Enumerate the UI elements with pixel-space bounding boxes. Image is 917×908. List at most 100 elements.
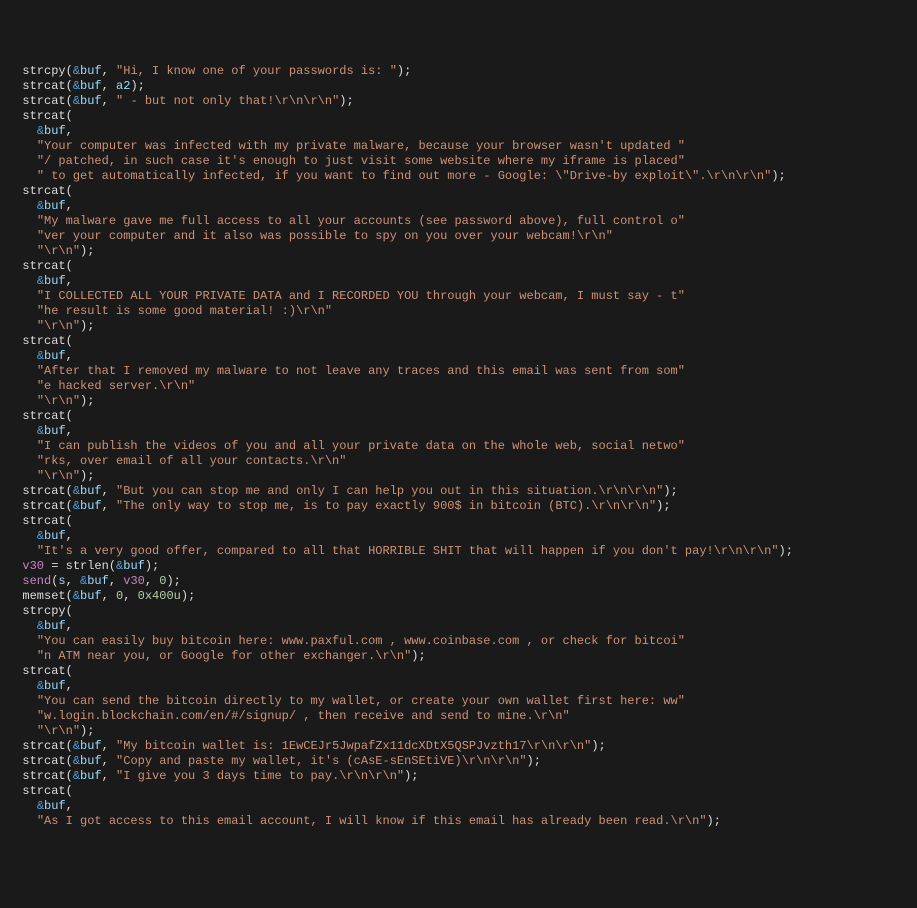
token-str: "The only way to stop me, is to pay exac… [116, 499, 656, 513]
token-str: " to get automatically infected, if you … [37, 169, 772, 183]
token-str: "I give you 3 days time to pay.\r\n\r\n" [116, 769, 404, 783]
token-op: , [102, 484, 116, 498]
code-line: "I can publish the videos of you and all… [8, 439, 909, 454]
token-fn: strcat [22, 184, 65, 198]
token-fn: strcat [22, 334, 65, 348]
token-var: buf [80, 589, 102, 603]
code-line: strcat(&buf, "Copy and paste my wallet, … [8, 754, 909, 769]
token-str: "\r\n" [37, 724, 80, 738]
code-line: "I COLLECTED ALL YOUR PRIVATE DATA and I… [8, 289, 909, 304]
token-fn: strcat [22, 514, 65, 528]
token-op: ( [66, 754, 73, 768]
token-op: ); [663, 484, 677, 498]
token-fn: strcat [22, 784, 65, 798]
token-fn: strcat [22, 94, 65, 108]
token-var: buf [44, 424, 66, 438]
token-str: "e hacked server.\r\n" [37, 379, 195, 393]
code-line: &buf, [8, 799, 909, 814]
token-var: buf [44, 619, 66, 633]
token-op: , [66, 574, 80, 588]
token-amp: & [37, 619, 44, 633]
code-line: strcat( [8, 334, 909, 349]
code-line: &buf, [8, 424, 909, 439]
token-op: ); [591, 739, 605, 753]
token-str: "It's a very good offer, compared to all… [37, 544, 779, 558]
code-line: &buf, [8, 349, 909, 364]
token-str: "My bitcoin wallet is: 1EwCEJr5JwpafZx11… [116, 739, 591, 753]
token-op: , [102, 589, 116, 603]
token-op: , [102, 94, 116, 108]
code-line: "As I got access to this email account, … [8, 814, 909, 829]
code-line: "It's a very good offer, compared to all… [8, 544, 909, 559]
token-op: = [44, 559, 66, 573]
code-line: &buf, [8, 679, 909, 694]
token-op: , [102, 754, 116, 768]
code-line: &buf, [8, 619, 909, 634]
token-str: "As I got access to this email account, … [37, 814, 707, 828]
token-str: "Copy and paste my wallet, it's (cAsE-sE… [116, 754, 526, 768]
token-amp: & [73, 499, 80, 513]
token-op: ( [66, 589, 73, 603]
token-fn: strcpy [22, 64, 65, 78]
token-fn: strcat [22, 259, 65, 273]
token-var: buf [123, 559, 145, 573]
token-var: buf [44, 529, 66, 543]
code-line: "Your computer was infected with my priv… [8, 139, 909, 154]
token-str: "w.login.blockchain.com/en/#/signup/ , t… [37, 709, 570, 723]
code-line: "n ATM near you, or Google for other exc… [8, 649, 909, 664]
code-line: "he result is some good material! :)\r\n… [8, 304, 909, 319]
code-line: "You can send the bitcoin directly to my… [8, 694, 909, 709]
token-op: , [66, 199, 73, 213]
token-str: "ver your computer and it also was possi… [37, 229, 613, 243]
token-op: ); [130, 79, 144, 93]
code-line: strcat( [8, 784, 909, 799]
token-fn: strcat [22, 769, 65, 783]
token-amp: & [73, 754, 80, 768]
token-str: "Hi, I know one of your passwords is: " [116, 64, 397, 78]
token-var: buf [80, 739, 102, 753]
token-op: , [66, 274, 73, 288]
token-op: ( [66, 784, 73, 798]
token-fn: strlen [66, 559, 109, 573]
token-var: buf [80, 499, 102, 513]
code-line: " to get automatically infected, if you … [8, 169, 909, 184]
token-str: "My malware gave me full access to all y… [37, 214, 685, 228]
code-line: strcat(&buf, "But you can stop me and on… [8, 484, 909, 499]
code-line: "\r\n"); [8, 319, 909, 334]
code-line: &buf, [8, 124, 909, 139]
token-fn: strcat [22, 499, 65, 513]
token-op: ); [527, 754, 541, 768]
code-line: "/ patched, in such case it's enough to … [8, 154, 909, 169]
token-op: , [145, 574, 159, 588]
token-op: ); [166, 574, 180, 588]
token-op: , [66, 799, 73, 813]
token-glob: send [22, 574, 51, 588]
token-amp: & [73, 589, 80, 603]
token-op: ); [397, 64, 411, 78]
token-amp: & [37, 799, 44, 813]
code-line: strcat(&buf, "The only way to stop me, i… [8, 499, 909, 514]
token-var: buf [80, 64, 102, 78]
token-fn: strcpy [22, 604, 65, 618]
token-var: buf [80, 79, 102, 93]
token-op: ( [66, 484, 73, 498]
code-line: strcat( [8, 184, 909, 199]
token-op: ( [66, 259, 73, 273]
token-glob: v30 [123, 574, 145, 588]
code-line: "You can easily buy bitcoin here: www.pa… [8, 634, 909, 649]
token-op: ); [145, 559, 159, 573]
token-op: ); [339, 94, 353, 108]
token-op: , [66, 424, 73, 438]
token-var: buf [44, 199, 66, 213]
code-line: "\r\n"); [8, 394, 909, 409]
code-line: strcpy( [8, 604, 909, 619]
token-amp: & [37, 679, 44, 693]
token-op: ); [771, 169, 785, 183]
token-str: "I can publish the videos of you and all… [37, 439, 685, 453]
token-str: "\r\n" [37, 319, 80, 333]
token-op: , [102, 739, 116, 753]
token-op: , [66, 619, 73, 633]
token-op: ( [66, 664, 73, 678]
token-amp: & [37, 529, 44, 543]
token-op: , [102, 769, 116, 783]
